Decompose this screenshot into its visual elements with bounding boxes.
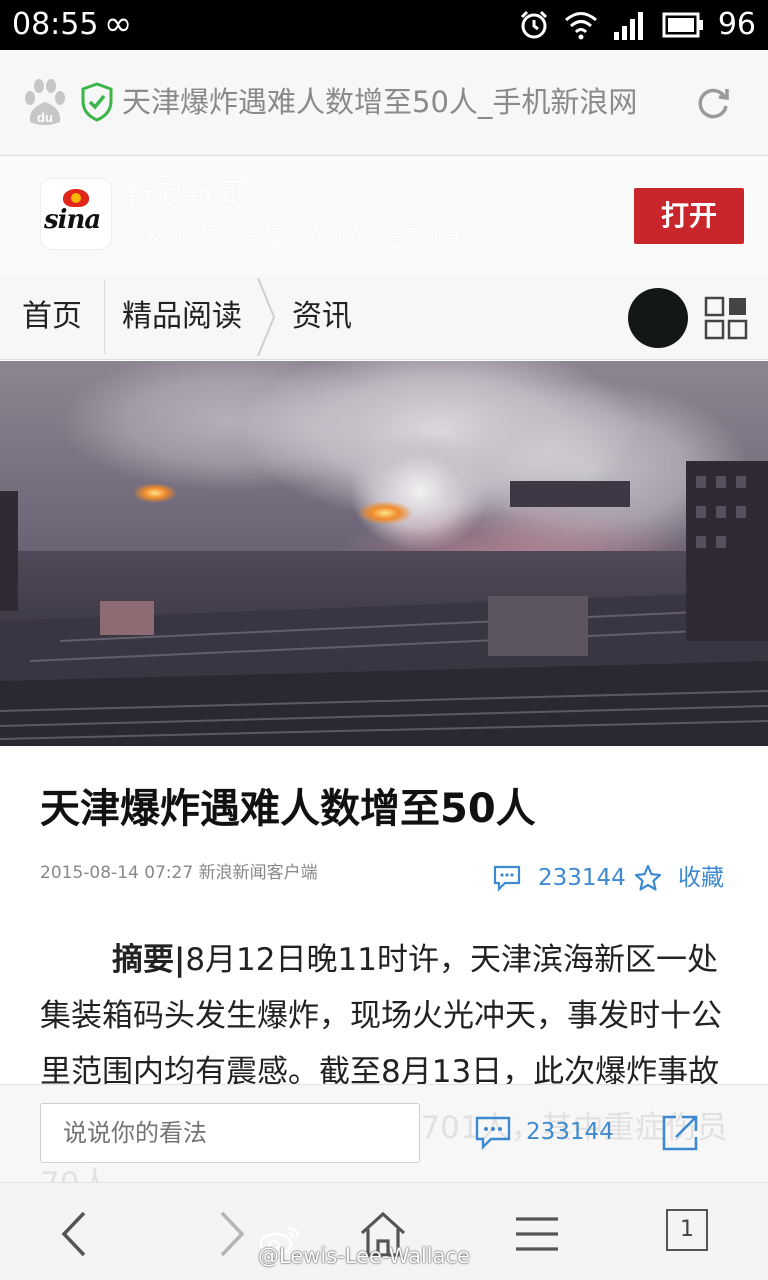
- alarm-icon: [520, 10, 547, 39]
- comment-icon[interactable]: [492, 864, 522, 892]
- breadcrumb: 首页 精品阅读 资讯: [0, 274, 768, 360]
- breadcrumb-home[interactable]: 首页: [22, 274, 82, 360]
- banner-tagline: 突发时刻尽在掌握，随时随地查看新闻: [124, 222, 464, 246]
- comment-bar: 233144: [0, 1084, 768, 1182]
- share-icon[interactable]: [660, 1113, 700, 1153]
- comment-count-link[interactable]: 233144: [538, 862, 626, 894]
- baidu-icon[interactable]: du: [22, 78, 68, 128]
- wifi-icon: [564, 12, 597, 40]
- comment-icon[interactable]: [474, 1115, 512, 1151]
- sina-logo-text: sina: [44, 205, 101, 235]
- page-title[interactable]: 天津爆炸遇难人数增至50人_手机新浪网: [122, 82, 637, 122]
- grid-menu-icon[interactable]: [704, 296, 748, 340]
- battery-icon: [662, 12, 703, 38]
- refresh-icon[interactable]: [694, 84, 732, 122]
- status-time: 08:55: [12, 7, 99, 42]
- tabs-icon[interactable]: 1: [666, 1209, 716, 1259]
- article-meta: 2015-08-14 07:27 新浪新闻客户端: [40, 863, 318, 883]
- address-bar[interactable]: du 天津爆炸遇难人数增至50人_手机新浪网: [0, 50, 768, 156]
- secure-shield-icon: [81, 82, 113, 122]
- sina-eye-pupil: [71, 193, 81, 203]
- summary-label: 摘要|: [112, 942, 186, 978]
- breadcrumb-news[interactable]: 资讯: [292, 274, 352, 360]
- svg-text:du: du: [37, 110, 53, 125]
- signal-icon: [613, 12, 643, 40]
- favorite-link[interactable]: 收藏: [678, 862, 724, 894]
- comment-input[interactable]: [40, 1103, 420, 1163]
- forward-icon[interactable]: [206, 1209, 256, 1259]
- menu-icon[interactable]: [512, 1209, 562, 1259]
- tab-count: 1: [666, 1209, 708, 1251]
- comment-count-button[interactable]: 233144: [526, 1115, 614, 1149]
- star-icon[interactable]: [634, 864, 662, 892]
- breadcrumb-featured-reading[interactable]: 精品阅读: [122, 274, 242, 360]
- breadcrumb-chevron-icon: [257, 277, 276, 357]
- status-bar: 08:55 ∞ 96: [0, 0, 768, 50]
- battery-level: 96: [717, 7, 756, 42]
- open-app-button[interactable]: 打开: [634, 188, 744, 244]
- avatar[interactable]: [628, 288, 688, 348]
- status-icons: 96: [518, 6, 756, 44]
- back-icon[interactable]: [50, 1209, 100, 1259]
- hero-photo[interactable]: [0, 361, 768, 746]
- watermark-text: @Lewis-Lee-Wallace: [258, 1244, 470, 1268]
- sina-logo: sina: [40, 178, 112, 250]
- breadcrumb-divider: [104, 280, 105, 354]
- article-title: 天津爆炸遇难人数增至50人: [40, 786, 536, 832]
- banner-app-name: 新浪新闻: [124, 178, 244, 213]
- infinity-icon: ∞: [104, 4, 133, 44]
- app-download-banner: sina 新浪新闻 突发时刻尽在掌握，随时随地查看新闻 打开: [0, 156, 768, 274]
- explosion-scene-photo: [0, 361, 768, 746]
